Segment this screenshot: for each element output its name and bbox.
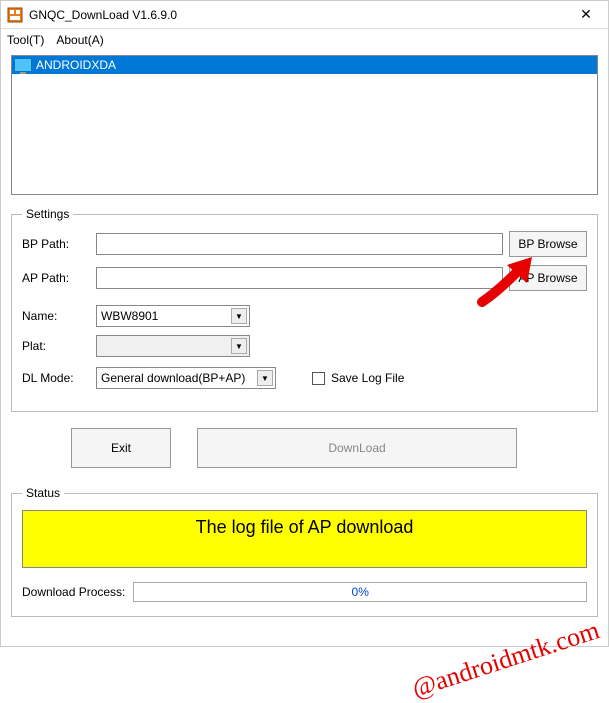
titlebar: GNQC_DownLoad V1.6.9.0 ✕ bbox=[1, 1, 608, 29]
name-combo-value: WBW8901 bbox=[101, 309, 158, 323]
status-legend: Status bbox=[22, 486, 64, 500]
menu-tool[interactable]: Tool(T) bbox=[7, 33, 44, 47]
device-list-item[interactable]: ANDROIDXDA bbox=[12, 56, 597, 74]
download-process-label: Download Process: bbox=[22, 585, 125, 599]
ap-path-label: AP Path: bbox=[22, 271, 90, 285]
exit-button[interactable]: Exit bbox=[71, 428, 171, 468]
settings-legend: Settings bbox=[22, 207, 73, 221]
plat-label: Plat: bbox=[22, 339, 90, 353]
chevron-down-icon: ▼ bbox=[257, 370, 273, 386]
device-name: ANDROIDXDA bbox=[36, 58, 116, 72]
bp-path-input[interactable] bbox=[96, 233, 503, 255]
plat-combo: ▼ bbox=[96, 335, 250, 357]
watermark: @androidmtk.com bbox=[409, 618, 602, 701]
name-row: Name: WBW8901 ▼ bbox=[22, 305, 587, 327]
device-list[interactable]: ANDROIDXDA bbox=[11, 55, 598, 195]
dlmode-combo-value: General download(BP+AP) bbox=[101, 371, 245, 385]
download-process-row: Download Process: 0% bbox=[22, 582, 587, 602]
exit-button-label: Exit bbox=[111, 441, 131, 455]
ap-path-input[interactable] bbox=[96, 267, 503, 289]
status-message-box: The log file of AP download bbox=[22, 510, 587, 568]
ap-browse-button[interactable]: AP Browse bbox=[509, 265, 587, 291]
name-label: Name: bbox=[22, 309, 90, 323]
download-progress-bar: 0% bbox=[133, 582, 587, 602]
action-button-row: Exit DownLoad bbox=[71, 428, 598, 468]
bp-path-row: BP Path: BP Browse bbox=[22, 231, 587, 257]
dlmode-row: DL Mode: General download(BP+AP) ▼ Save … bbox=[22, 367, 587, 389]
app-icon bbox=[7, 7, 23, 23]
settings-group: Settings BP Path: BP Browse AP Path: AP … bbox=[11, 207, 598, 412]
savelog-wrap[interactable]: Save Log File bbox=[312, 371, 404, 385]
chevron-down-icon: ▼ bbox=[231, 338, 247, 354]
content-area: ANDROIDXDA Settings BP Path: BP Browse A… bbox=[1, 51, 608, 627]
bp-path-label: BP Path: bbox=[22, 237, 90, 251]
download-button[interactable]: DownLoad bbox=[197, 428, 517, 468]
ap-path-row: AP Path: AP Browse bbox=[22, 265, 587, 291]
chevron-down-icon: ▼ bbox=[231, 308, 247, 324]
status-group: Status The log file of AP download Downl… bbox=[11, 486, 598, 617]
savelog-checkbox[interactable] bbox=[312, 372, 325, 385]
dlmode-label: DL Mode: bbox=[22, 371, 90, 385]
window-title: GNQC_DownLoad V1.6.9.0 bbox=[29, 8, 564, 22]
close-button[interactable]: ✕ bbox=[564, 1, 608, 29]
close-icon: ✕ bbox=[580, 6, 592, 23]
bp-browse-button[interactable]: BP Browse bbox=[509, 231, 587, 257]
menubar: Tool(T) About(A) bbox=[1, 29, 608, 51]
menu-about[interactable]: About(A) bbox=[56, 33, 103, 47]
status-message: The log file of AP download bbox=[196, 517, 414, 538]
monitor-icon bbox=[14, 58, 32, 72]
savelog-label: Save Log File bbox=[331, 371, 404, 385]
dlmode-combo[interactable]: General download(BP+AP) ▼ bbox=[96, 367, 276, 389]
download-progress-value: 0% bbox=[134, 583, 586, 601]
download-button-label: DownLoad bbox=[328, 441, 385, 455]
name-combo[interactable]: WBW8901 ▼ bbox=[96, 305, 250, 327]
plat-row: Plat: ▼ bbox=[22, 335, 587, 357]
